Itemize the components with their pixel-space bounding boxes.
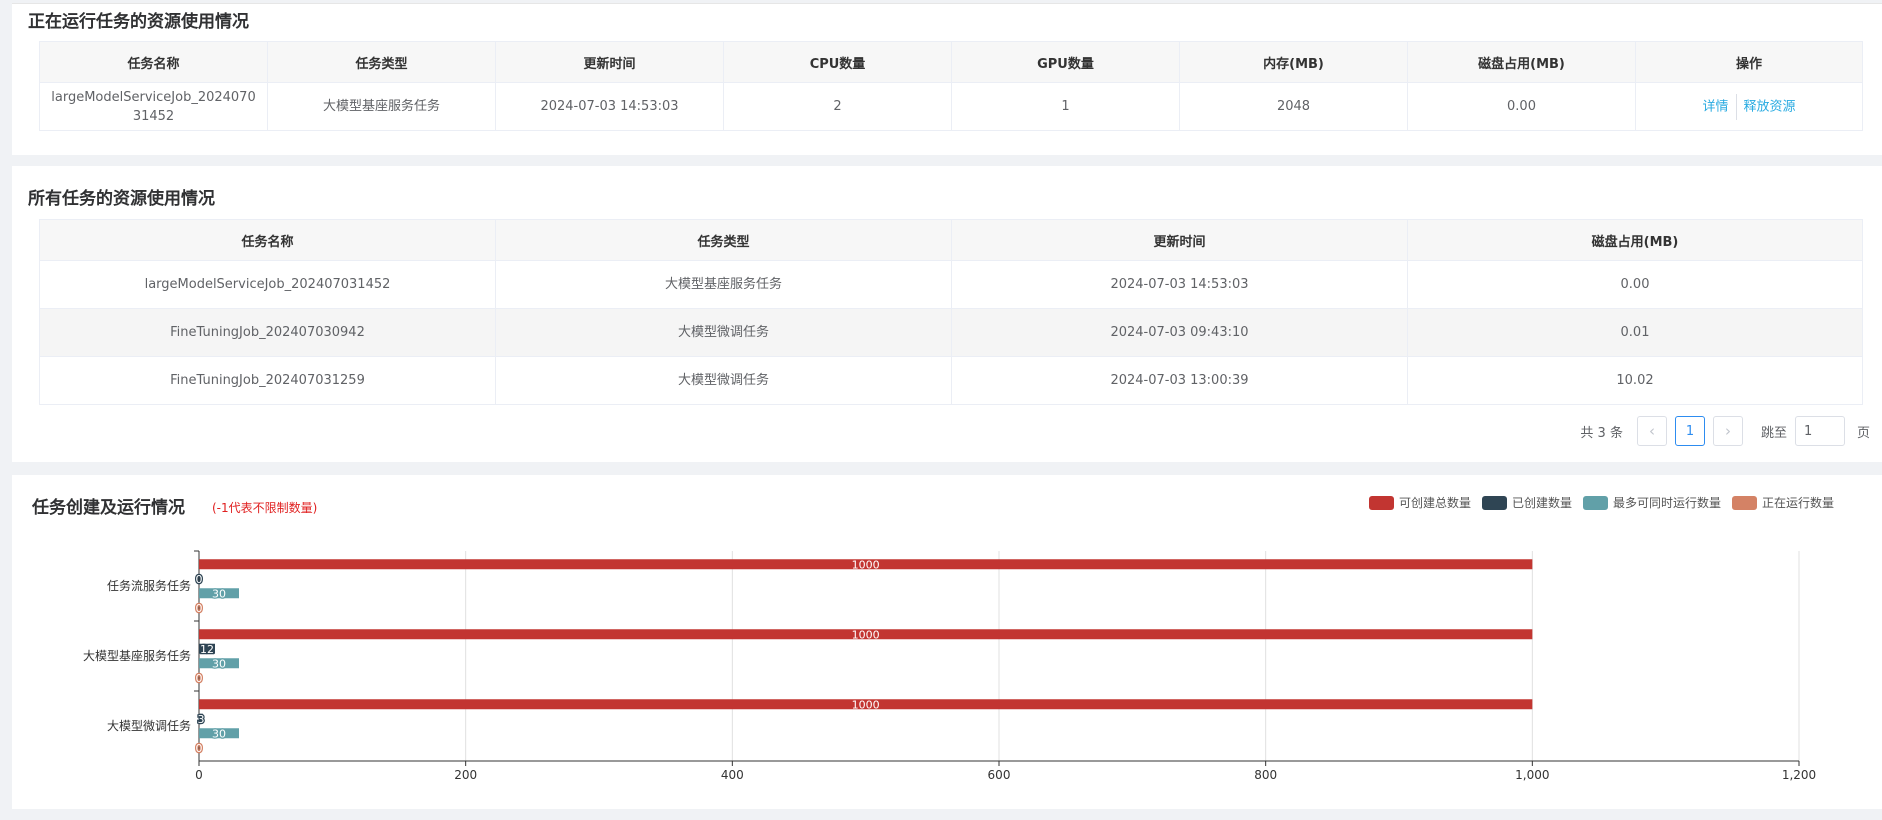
- table-header-row: 任务名称 任务类型 更新时间 磁盘占用(MB): [39, 219, 1863, 261]
- memory-cell: 2048: [1179, 82, 1408, 131]
- updated-time-cell: 2024-07-03 14:53:03: [495, 82, 724, 131]
- task-chart-panel: 任务创建及运行情况 (-1代表不限制数量) 可创建总数量 已创建数量 最多可同时运行…: [12, 475, 1882, 809]
- x-tick-label: 0: [195, 768, 203, 782]
- bar-value-label: 30: [212, 587, 226, 600]
- release-resource-link[interactable]: 释放资源: [1744, 99, 1796, 114]
- prev-page-button[interactable]: ‹: [1636, 416, 1667, 446]
- bar-value-label: 1000: [852, 698, 880, 711]
- running-tasks-table: 任务名称 任务类型 更新时间 CPU数量 GPU数量 内存(MB) 磁盘占用(M…: [39, 41, 1863, 131]
- disk-usage-cell: 10.02: [1407, 356, 1863, 405]
- x-tick-label: 600: [988, 768, 1011, 782]
- x-tick-label: 400: [721, 768, 744, 782]
- bar-value-label: 0: [196, 602, 203, 615]
- cpu-count-cell: 2: [723, 82, 952, 131]
- updated-time-cell: 2024-07-03 09:43:10: [951, 308, 1408, 357]
- table-row: largeModelServiceJob_202407031452 大模型基座服…: [39, 82, 1863, 131]
- task-name-cell: largeModelServiceJob_202407031452: [39, 260, 496, 309]
- bar-value-label: 1000: [852, 558, 880, 571]
- x-tick-label: 800: [1254, 768, 1277, 782]
- disk-usage-cell: 0.00: [1407, 82, 1636, 131]
- all-tasks-table: 任务名称 任务类型 更新时间 磁盘占用(MB) largeModelServic…: [39, 219, 1863, 405]
- bar-value-label: 0: [196, 742, 203, 755]
- updated-time-cell: 2024-07-03 14:53:03: [951, 260, 1408, 309]
- bar-value-label: 12: [200, 643, 214, 656]
- task-name-cell: FineTuningJob_202407030942: [39, 308, 496, 357]
- bar-value-label: 30: [212, 657, 226, 670]
- bar-value-label: 0: [196, 573, 203, 586]
- task-name-cell: largeModelServiceJob_202407031452: [39, 82, 268, 131]
- x-tick-label: 1,000: [1515, 768, 1549, 782]
- gpu-count-cell: 1: [951, 82, 1180, 131]
- page-unit-label: 页: [1856, 425, 1870, 441]
- column-header: 内存(MB): [1179, 41, 1408, 83]
- jump-page-input[interactable]: [1794, 416, 1845, 446]
- task-type-cell: 大模型基座服务任务: [495, 260, 952, 309]
- column-header: 任务类型: [267, 41, 496, 83]
- column-header: 任务名称: [39, 219, 496, 261]
- bar-value-label: 1000: [852, 628, 880, 641]
- x-tick-label: 1,200: [1782, 768, 1816, 782]
- task-type-cell: 大模型微调任务: [495, 308, 952, 357]
- column-header: 更新时间: [495, 41, 724, 83]
- pagination-total: 共 3 条: [1580, 425, 1623, 441]
- column-header: GPU数量: [951, 41, 1180, 83]
- column-header: 磁盘占用(MB): [1407, 41, 1636, 83]
- detail-link[interactable]: 详情: [1702, 99, 1728, 114]
- task-bar-chart: 0 200 400 600 800 1,000 1,200任务流服务任务10000300大模…: [83, 550, 1816, 782]
- jump-label: 跳至: [1760, 425, 1787, 441]
- y-category-label: 大模型基座服务任务: [83, 648, 191, 663]
- action-divider: [1735, 93, 1737, 120]
- pagination: 共 3 条 ‹ 1 › 跳至 页: [1580, 416, 1870, 446]
- all-tasks-panel: 所有任务的资源使用情况 任务名称 任务类型 更新时间 磁盘占用(MB) larg…: [12, 166, 1882, 462]
- column-header: CPU数量: [723, 41, 952, 83]
- task-type-cell: 大模型微调任务: [495, 356, 952, 405]
- page-number-button[interactable]: 1: [1674, 416, 1705, 446]
- actions-cell: 详情 释放资源: [1635, 82, 1863, 131]
- column-header: 任务名称: [39, 41, 268, 83]
- y-category-label: 任务流服务任务: [107, 578, 191, 593]
- y-category-label: 大模型微调任务: [107, 718, 191, 733]
- disk-usage-cell: 0.00: [1407, 260, 1863, 309]
- table-header-row: 任务名称 任务类型 更新时间 CPU数量 GPU数量 内存(MB) 磁盘占用(M…: [39, 41, 1863, 83]
- running-section-title: 正在运行任务的资源使用情况: [28, 12, 249, 32]
- bar-value-label: 0: [196, 672, 203, 685]
- column-header: 更新时间: [951, 219, 1408, 261]
- running-tasks-panel: 正在运行任务的资源使用情况 任务名称 任务类型 更新时间 CPU数量 GPU数量…: [12, 3, 1882, 155]
- column-header: 任务类型: [495, 219, 952, 261]
- task-name-cell: FineTuningJob_202407031259: [39, 356, 496, 405]
- column-header: 操作: [1635, 41, 1863, 83]
- table-row: largeModelServiceJob_202407031452 大模型基座服…: [39, 260, 1863, 309]
- all-section-title: 所有任务的资源使用情况: [28, 189, 215, 209]
- chevron-left-icon: ‹: [1648, 422, 1655, 440]
- updated-time-cell: 2024-07-03 13:00:39: [951, 356, 1408, 405]
- column-header: 磁盘占用(MB): [1407, 219, 1863, 261]
- next-page-button[interactable]: ›: [1712, 416, 1743, 446]
- task-type-cell: 大模型基座服务任务: [267, 82, 496, 131]
- disk-usage-cell: 0.01: [1407, 308, 1863, 357]
- bar-value-label: 3: [198, 713, 205, 726]
- chevron-right-icon: ›: [1724, 422, 1731, 440]
- table-row: FineTuningJob_202407030942 大模型微调任务 2024-…: [39, 308, 1863, 357]
- bar-value-label: 30: [212, 727, 226, 740]
- x-tick-label: 200: [454, 768, 477, 782]
- table-row: FineTuningJob_202407031259 大模型微调任务 2024-…: [39, 356, 1863, 405]
